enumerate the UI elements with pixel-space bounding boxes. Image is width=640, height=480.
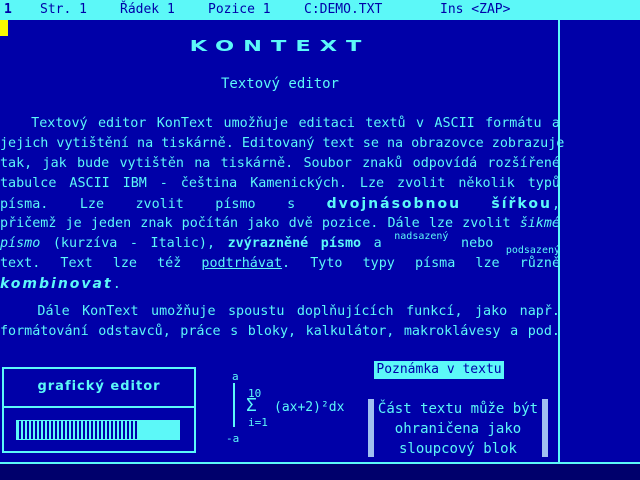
paragraph-1[interactable]: Textový editor KonText umožňuje editaci … bbox=[0, 114, 565, 294]
p1-line-5-text: písma. Lze zvolit písmo s bbox=[0, 197, 296, 212]
p1-line-2: jejich vytištění na tiskárně. Editovaný … bbox=[0, 136, 565, 151]
graphic-editor-label: grafický editor bbox=[37, 379, 161, 394]
p1-line-8-rest: . Tyto typy písma lze různě bbox=[282, 256, 561, 271]
graphic-editor-divider bbox=[4, 406, 194, 408]
p1-line-6: přičemž je jeden znak počítán jako dvě p… bbox=[0, 214, 560, 234]
bottom-strip bbox=[0, 464, 640, 480]
document-title: KONTEXT bbox=[189, 37, 371, 55]
p2-line-1: Dále KonText umožňuje spoustu doplňující… bbox=[0, 304, 560, 319]
graphic-editor-progress-fill bbox=[17, 421, 137, 439]
p1-line-5: písma. Lze zvolit písmo s dvojnásobnou š… bbox=[0, 194, 560, 214]
integral-lower-limit: -a bbox=[226, 432, 240, 445]
column-block[interactable]: Část textu může být ohraničena jako slou… bbox=[368, 399, 548, 457]
p1-line-1: Textový editor KonText umožňuje editaci … bbox=[0, 116, 560, 131]
underline-text: podtrhávat bbox=[201, 256, 283, 271]
sum-lower-limit: i=1 bbox=[248, 416, 268, 429]
p1-line-3: tak, jak bude vytištěn na tiskárně. Soub… bbox=[0, 156, 560, 171]
document-subtitle: Textový editor bbox=[220, 76, 339, 92]
integral-sign bbox=[233, 383, 235, 427]
text-cursor bbox=[0, 20, 8, 36]
italic-text-b: písmo bbox=[0, 236, 41, 251]
paragraph-2[interactable]: Dále KonText umožňuje spoustu doplňující… bbox=[0, 302, 560, 342]
p1-line-7-or: nebo bbox=[461, 236, 494, 251]
note-line-3: sloupcový blok bbox=[398, 441, 517, 457]
integral-upper-limit: a bbox=[232, 370, 239, 383]
p1-line-9-dot: . bbox=[112, 277, 121, 292]
p2-line-2: formátování odstavců, práce s bloky, kal… bbox=[0, 324, 560, 339]
subscript-text: podsazený bbox=[505, 245, 561, 256]
status-line-number: 1 bbox=[4, 2, 12, 17]
status-row: Řádek 1 bbox=[120, 2, 175, 17]
status-column: Pozice 1 bbox=[208, 2, 271, 17]
formula-expression: (ax+2)²dx bbox=[274, 400, 345, 415]
p1-line-7-and: a bbox=[373, 236, 382, 251]
sum-symbol: Σ bbox=[246, 395, 257, 416]
graphic-editor-progress-bar bbox=[16, 420, 180, 440]
graphic-editor-box[interactable]: grafický editor bbox=[2, 367, 196, 453]
note-line-2: ohraničena jako bbox=[394, 421, 522, 437]
p1-line-8: text. Text lze též podtrhávat. Tyto typy… bbox=[0, 254, 560, 274]
note-title: Poznámka v textu bbox=[374, 361, 504, 379]
status-bar: 1 Str. 1 Řádek 1 Pozice 1 C:DEMO.TXT Ins… bbox=[0, 0, 640, 20]
p1-line-7: písmo (kurzíva - Italic), zvýrazněné pís… bbox=[0, 231, 561, 256]
note-line-1: Část textu může být bbox=[377, 401, 539, 417]
italic-text-a: šikmé bbox=[519, 216, 560, 231]
formula: a -a 10 Σ (ax+2)²dx i=1 bbox=[222, 370, 362, 445]
status-file: C:DEMO.TXT bbox=[304, 2, 383, 17]
p1-line-6-text: přičemž je jeden znak počítán jako dvě p… bbox=[0, 216, 511, 231]
superscript-text: nadsazený bbox=[394, 231, 449, 242]
p1-line-9: kombinovat. bbox=[0, 274, 560, 294]
combined-style-text: kombinovat bbox=[0, 276, 113, 292]
p1-line-7-text: (kurzíva - Italic), bbox=[40, 236, 216, 251]
p1-line-5-comma: , bbox=[551, 197, 561, 212]
status-mode: Ins <ZAP> bbox=[440, 2, 511, 17]
double-width-text: dvojnásobnou šířkou bbox=[326, 196, 552, 212]
p1-line-4: tabulce ASCII IBM - čeština Kamenických.… bbox=[0, 176, 560, 191]
bold-text: zvýrazněné písmo bbox=[227, 236, 362, 251]
status-page: Str. 1 bbox=[40, 2, 87, 17]
p1-line-8-text: text. Text lze též bbox=[0, 256, 182, 271]
